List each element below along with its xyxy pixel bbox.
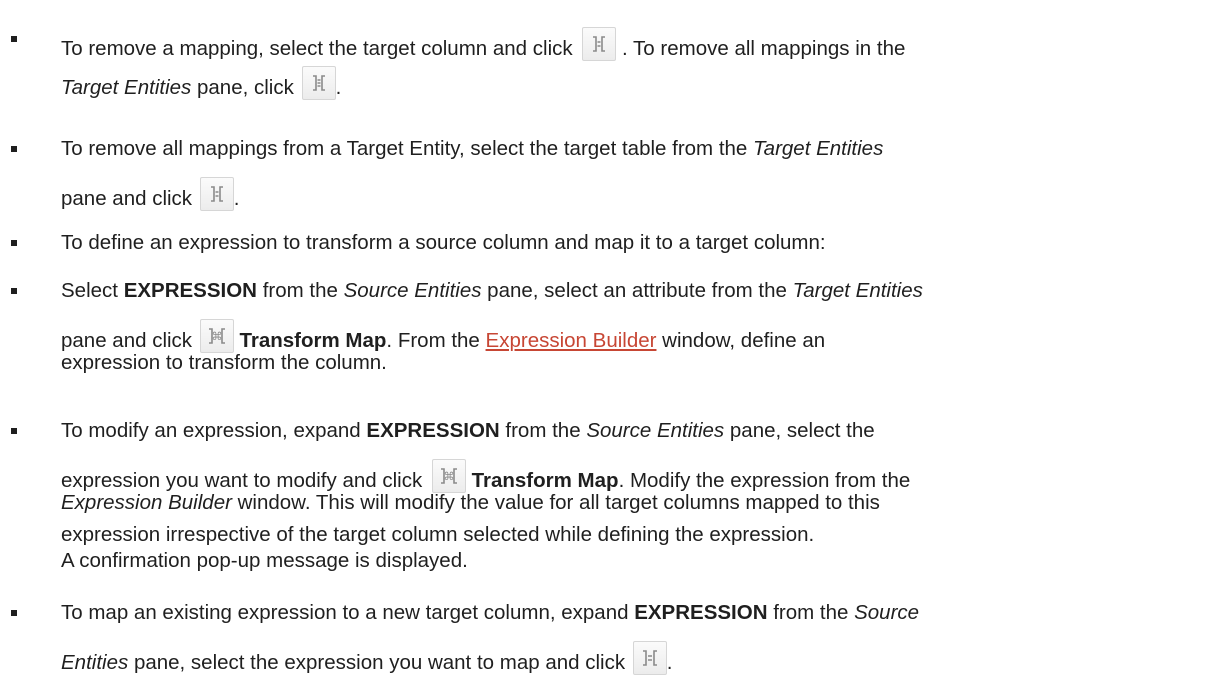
item-text: Select [61, 279, 118, 302]
item-text: To map an existing expression to a new t… [61, 601, 629, 624]
bullet-icon [11, 240, 17, 246]
list-item: To modify an expression, expand EXPRESSI… [0, 412, 1215, 592]
item-text: from the [505, 419, 581, 442]
pane-name: Target Entities [792, 279, 923, 302]
svg-text:⌘: ⌘ [443, 470, 454, 483]
item-text: . Modify the expression from the [618, 469, 911, 492]
pane-name: Source Entities [586, 419, 725, 442]
item-text: window, define an [662, 329, 826, 352]
item-text: pane and click [61, 329, 193, 352]
item-text: expression irrespective of the target co… [61, 523, 815, 546]
expression-builder-link[interactable]: Expression Builder [486, 329, 657, 352]
transform-map-button[interactable]: ⌘ [431, 459, 466, 493]
bullet-icon [11, 428, 17, 434]
bullet-icon [11, 36, 17, 42]
list-item: To map an existing expression to a new t… [0, 594, 1215, 694]
item-text: . [233, 187, 240, 210]
transform-map-icon: ⌘ [208, 328, 225, 344]
keyword: EXPRESSION [634, 601, 768, 624]
map-expression-button[interactable] [632, 641, 667, 675]
item-text: . From the [386, 329, 480, 352]
item-text: To remove a mapping, select the target c… [61, 37, 573, 60]
bullet-icon [11, 288, 17, 294]
item-text: To define an expression to transform a s… [61, 231, 826, 254]
pane-name: Entities [61, 651, 129, 674]
item-text: pane and click [61, 187, 193, 210]
item-text: expression you want to modify and click [61, 469, 423, 492]
list-item: To remove a mapping, select the target c… [0, 0, 1215, 100]
item-text: A confirmation pop-up message is display… [61, 549, 468, 572]
item-text: To modify an expression, expand [61, 419, 361, 442]
svg-text:⌘: ⌘ [211, 330, 222, 343]
keyword: EXPRESSION [366, 419, 500, 442]
item-text: expression to transform the column. [61, 351, 387, 374]
item-text: pane, select the [729, 419, 875, 442]
pane-name: Source [854, 601, 920, 624]
keyword: Transform Map [471, 469, 619, 492]
transform-map-icon: ⌘ [440, 468, 457, 484]
item-text: . To remove all mappings in the [622, 37, 906, 60]
item-text: pane, select the expression you want to … [133, 651, 626, 674]
bullet-icon [11, 610, 17, 616]
keyword: Transform Map [239, 329, 387, 352]
pane-name: Expression Builder [61, 491, 232, 514]
list-item: To define an expression to transform a s… [0, 224, 1215, 264]
item-text: window. This will modify the value for a… [237, 491, 880, 514]
item-text: pane, select an attribute from the [487, 279, 787, 302]
item-text: from the [262, 279, 338, 302]
bullet-icon [11, 146, 17, 152]
pane-name: Target Entities [61, 76, 192, 99]
unmap-icon [210, 186, 223, 202]
unmap-button[interactable] [582, 27, 617, 61]
item-text: from the [773, 601, 849, 624]
item-text: pane, click [197, 76, 294, 99]
unmap-all-button[interactable] [301, 66, 336, 100]
pane-name: Source Entities [343, 279, 482, 302]
list-item: To remove all mappings from a Target Ent… [0, 130, 1215, 220]
unmap-all-icon [312, 75, 325, 91]
pane-name: Target Entities [753, 137, 884, 160]
item-text: . [335, 76, 342, 99]
item-text: . [666, 651, 673, 674]
transform-map-button[interactable]: ⌘ [199, 319, 234, 353]
list-item: Select EXPRESSION from the Source Entiti… [0, 272, 1215, 402]
unmap-button[interactable] [199, 177, 234, 211]
map-expression-icon [642, 650, 657, 666]
keyword: EXPRESSION [123, 279, 257, 302]
item-text: To remove all mappings from a Target Ent… [61, 137, 748, 160]
unmap-icon [593, 36, 606, 52]
